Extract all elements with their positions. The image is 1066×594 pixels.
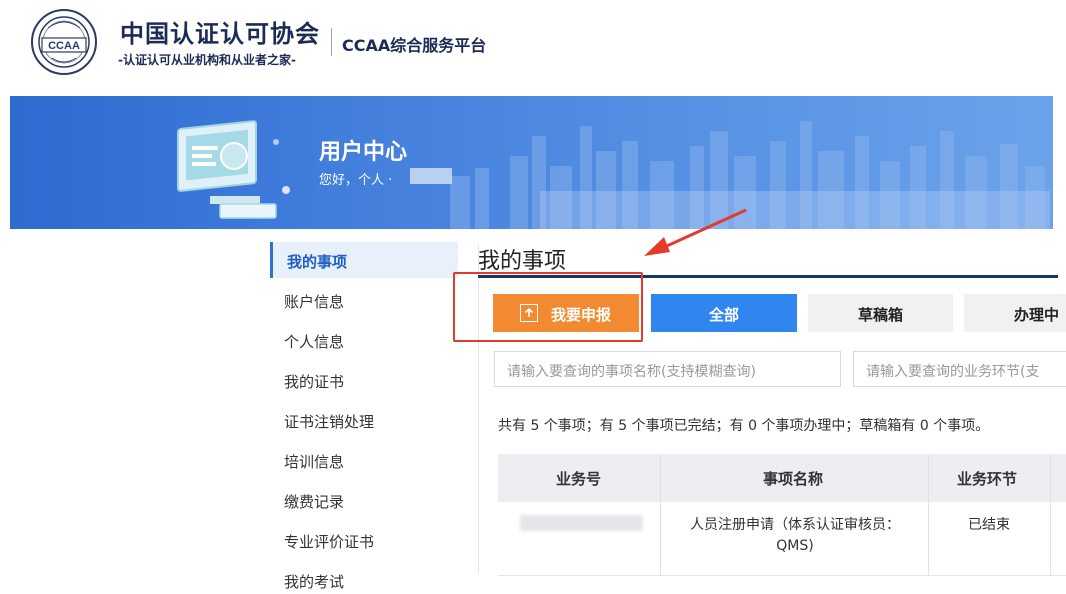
sidebar-item-payment-records[interactable]: 缴费记录 bbox=[270, 482, 458, 518]
org-slogan: -认证认可从业机构和从业者之家- bbox=[118, 53, 296, 67]
ccaa-logo-icon[interactable]: CCAA bbox=[30, 8, 98, 76]
banner-title: 用户中心 bbox=[319, 140, 408, 165]
sidebar-item-my-exams[interactable]: 我的考试 bbox=[270, 562, 458, 594]
sidebar-item-account-info[interactable]: 账户信息 bbox=[270, 282, 458, 318]
sidebar-item-my-certificates[interactable]: 我的证书 bbox=[270, 362, 458, 398]
filter-in-progress-label: 办理中 bbox=[1014, 307, 1060, 324]
redacted-username bbox=[410, 168, 452, 184]
sidebar-item-label: 培训信息 bbox=[284, 453, 345, 471]
computer-illustration-icon bbox=[177, 120, 290, 219]
logo-text: CCAA bbox=[48, 40, 80, 52]
business-step-value: 已结束 bbox=[968, 517, 1010, 533]
item-name-line1: 人员注册申请（体系认证审核员： bbox=[690, 517, 900, 533]
header-divider bbox=[331, 28, 332, 56]
sidebar-nav: 我的事项 账户信息 个人信息 我的证书 证书注销处理 培训信息 缴费记录 专业评… bbox=[270, 240, 458, 594]
filter-draft-label: 草稿箱 bbox=[858, 307, 904, 324]
filter-all-button[interactable]: 全部 bbox=[651, 294, 797, 332]
header-item-name: 事项名称 bbox=[763, 470, 824, 488]
site-header: CCAA 中国认证认可协会 -认证认可从业机构和从业者之家- CCAA综合服务平… bbox=[0, 0, 1066, 92]
column-divider bbox=[1050, 454, 1051, 576]
items-summary: 共有 5 个事项；有 5 个事项已完结；有 0 个事项办理中；草稿箱有 0 个事… bbox=[498, 418, 990, 434]
sidebar-item-label: 账户信息 bbox=[284, 293, 345, 311]
platform-name[interactable]: CCAA综合服务平台 bbox=[342, 32, 486, 56]
item-name-placeholder: 请输入要查询的事项名称(支持模糊查询) bbox=[507, 364, 756, 380]
item-name-search-input[interactable]: 请输入要查询的事项名称(支持模糊查询) bbox=[494, 351, 841, 387]
page: CCAA 中国认证认可协会 -认证认可从业机构和从业者之家- CCAA综合服务平… bbox=[0, 0, 1066, 594]
banner-greeting: 您好，个人 · bbox=[319, 173, 393, 188]
page-title: 我的事项 bbox=[478, 249, 567, 274]
sidebar-item-label: 我的事项 bbox=[287, 253, 348, 271]
business-step-search-input[interactable]: 请输入要查询的业务环节(支 bbox=[853, 351, 1066, 387]
table-header: 业务号 事项名称 业务环节 bbox=[498, 454, 1066, 502]
user-center-banner: 用户中心 您好，个人 · bbox=[10, 96, 1053, 229]
sidebar-item-label: 我的证书 bbox=[284, 373, 345, 391]
sidebar-item-label: 专业评价证书 bbox=[284, 533, 375, 551]
sidebar-item-training-info[interactable]: 培训信息 bbox=[270, 442, 458, 478]
org-name: 中国认证认可协会 bbox=[120, 20, 320, 48]
sidebar-item-label: 缴费记录 bbox=[284, 493, 345, 511]
sidebar-item-personal-info[interactable]: 个人信息 bbox=[270, 322, 458, 358]
business-step-placeholder: 请输入要查询的业务环节(支 bbox=[866, 364, 1040, 380]
header-business-no: 业务号 bbox=[556, 470, 602, 488]
sidebar-item-professional-certificate[interactable]: 专业评价证书 bbox=[270, 522, 458, 558]
header-business-step: 业务环节 bbox=[957, 470, 1018, 488]
filter-all-label: 全部 bbox=[709, 307, 740, 324]
sidebar-item-certificate-cancellation[interactable]: 证书注销处理 bbox=[270, 402, 458, 438]
filter-draft-button[interactable]: 草稿箱 bbox=[808, 294, 953, 332]
sidebar-item-my-items[interactable]: 我的事项 bbox=[270, 242, 458, 278]
annotation-highlight-box bbox=[453, 272, 643, 342]
column-divider bbox=[928, 454, 929, 576]
sidebar-item-label: 证书注销处理 bbox=[284, 413, 375, 431]
column-divider bbox=[660, 454, 661, 576]
sidebar-item-label: 我的考试 bbox=[284, 573, 345, 591]
table-row[interactable]: 人员注册申请（体系认证审核员： QMS) 已结束 bbox=[498, 502, 1066, 576]
city-skyline-decoration bbox=[450, 121, 1050, 229]
redacted-business-no bbox=[520, 515, 643, 531]
arrow-annotation bbox=[644, 208, 747, 256]
item-name-line2: QMS) bbox=[776, 538, 814, 554]
sidebar-item-label: 个人信息 bbox=[284, 333, 345, 351]
filter-in-progress-button[interactable]: 办理中 bbox=[964, 294, 1066, 332]
